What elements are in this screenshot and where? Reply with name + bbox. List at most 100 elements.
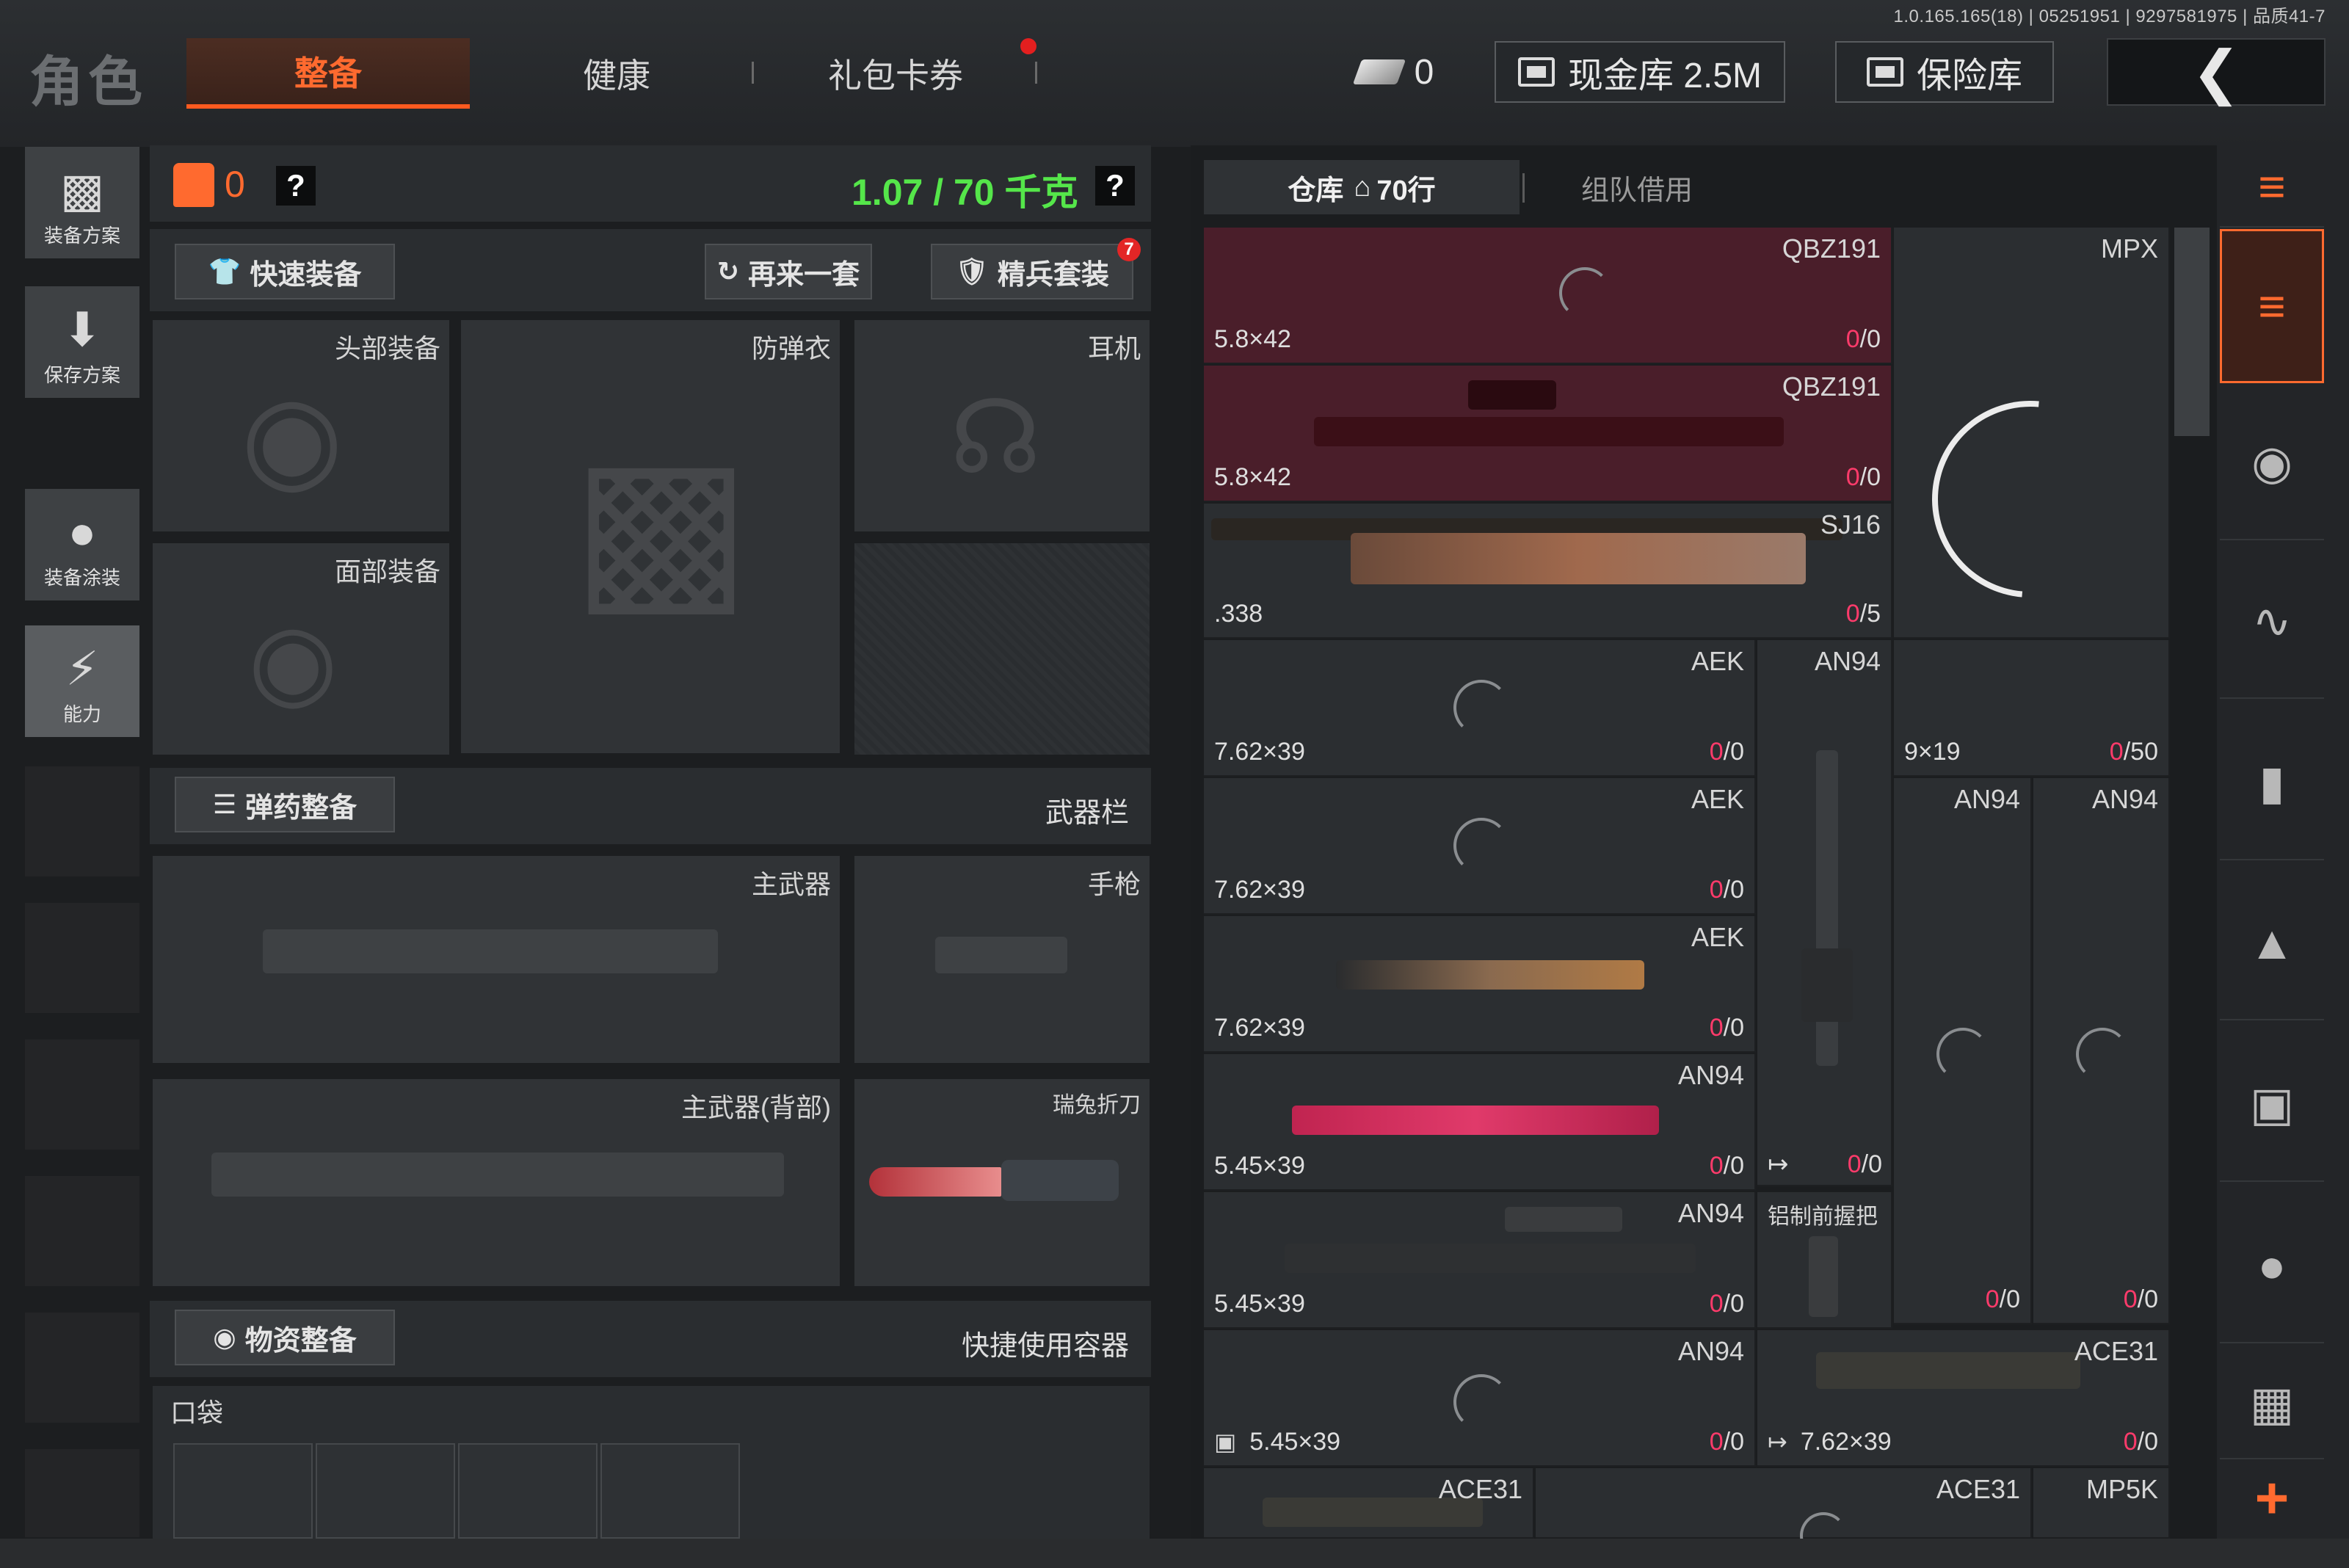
pistol-slot[interactable]: 手枪 bbox=[854, 856, 1150, 1063]
item-qbz191[interactable]: QBZ191 5.8×42 0/0 bbox=[1204, 366, 1892, 502]
armor-slot-label: 防弹衣 bbox=[751, 333, 831, 363]
back-button[interactable]: ❮ bbox=[2107, 38, 2326, 106]
primary-back-slot[interactable]: 主武器(背部) bbox=[153, 1079, 840, 1286]
weight-help-button[interactable]: ? bbox=[1095, 166, 1135, 206]
rail-ability[interactable]: ⚡ 能力 bbox=[25, 625, 139, 737]
rifle-ghost-icon bbox=[211, 1153, 784, 1197]
loading-spinner-icon bbox=[1453, 680, 1509, 736]
filter-magazine-button[interactable]: ▮ bbox=[2220, 706, 2324, 860]
rail-empty-slot bbox=[25, 1039, 139, 1150]
weight-display: 1.07 / 70 千克 bbox=[852, 172, 1078, 213]
supply-equip-button[interactable]: ◉ 物资整备 bbox=[175, 1310, 395, 1365]
item-name: QBZ191 bbox=[1782, 233, 1881, 264]
item-mpx[interactable]: MPX bbox=[1892, 228, 2170, 639]
item-an94-vertical-count: ↦ 0/0 bbox=[1757, 1122, 1892, 1188]
expand-warehouse-button[interactable]: + bbox=[2220, 1464, 2324, 1533]
filter-rifle-button[interactable]: ∿ bbox=[2220, 545, 2324, 699]
item-an94-scoped[interactable]: AN94 5.45×39 0/0 bbox=[1204, 1192, 1756, 1329]
item-name: AN94 bbox=[1677, 1060, 1744, 1090]
rail-equip-plan[interactable]: ▩ 装备方案 bbox=[25, 147, 139, 258]
shirt-icon: 👕 bbox=[208, 256, 242, 286]
page-title: 角色 bbox=[29, 51, 147, 112]
safe-label: 保险库 bbox=[1916, 57, 2022, 95]
pocket-slot[interactable] bbox=[173, 1443, 313, 1539]
pocket-slot[interactable] bbox=[600, 1443, 740, 1539]
scope-icon bbox=[1505, 1207, 1622, 1232]
item-aek[interactable]: AEK 7.62×39 0/0 bbox=[1204, 640, 1756, 777]
rail-equip-paint[interactable]: ● 装备涂装 bbox=[25, 489, 139, 600]
warehouse-scrollbar[interactable] bbox=[2174, 228, 2210, 436]
tab-warehouse[interactable]: 仓库 ⌂ 70行 bbox=[1204, 160, 1520, 214]
item-ace31[interactable]: ACE31 ↦ 7.62×39 0/0 bbox=[1757, 1330, 2170, 1467]
knife-slot[interactable]: 瑞兔折刀 bbox=[854, 1079, 1150, 1286]
filter-throwable-button[interactable]: ● bbox=[2220, 1189, 2324, 1343]
rail-empty-slot bbox=[25, 903, 139, 1013]
filter-misc-button[interactable]: ▦ bbox=[2220, 1349, 2324, 1459]
item-aek[interactable]: AEK 7.62×39 0/0 bbox=[1204, 778, 1756, 915]
earphone-slot[interactable]: ☊ 耳机 bbox=[854, 320, 1150, 531]
ammo-equip-button[interactable]: ☰ 弹药整备 bbox=[175, 777, 395, 832]
primary-back-label: 主武器(背部) bbox=[681, 1092, 831, 1122]
tab-separator bbox=[752, 62, 754, 84]
tab-equip[interactable]: 整备 bbox=[186, 38, 470, 109]
item-an94-b[interactable]: AN94 0/0 bbox=[1894, 778, 2032, 1324]
item-qbz191[interactable]: QBZ191 5.8×42 0/0 bbox=[1204, 228, 1892, 364]
loading-spinner-icon bbox=[1892, 360, 2169, 638]
filter-helmet-button[interactable]: ◉ bbox=[2220, 386, 2324, 540]
coin-icon bbox=[1352, 59, 1406, 84]
layers-refresh-icon: ≡ bbox=[2258, 160, 2286, 213]
item-sj16[interactable]: SJ16 .338 0/5 bbox=[1204, 504, 1892, 639]
item-an94-pink[interactable]: AN94 5.45×39 0/0 bbox=[1204, 1054, 1756, 1191]
filter-ammo-button[interactable]: ▲ bbox=[2220, 866, 2324, 1020]
item-caliber: 5.8×42 bbox=[1214, 463, 1291, 491]
item-mpx-count[interactable]: 9×19 0/50 bbox=[1894, 640, 2170, 777]
item-foregrip[interactable]: 铝制前握把 bbox=[1757, 1192, 1892, 1329]
face-slot[interactable]: ◉ 面部装备 bbox=[153, 543, 449, 755]
quick-equip-button[interactable]: 👕 快速装备 bbox=[175, 244, 395, 300]
item-an94-c[interactable]: AN94 0/0 bbox=[2033, 778, 2170, 1324]
rifle-icon bbox=[1285, 1244, 1696, 1273]
item-an94[interactable]: AN94 ▣ 5.45×39 0/0 bbox=[1204, 1330, 1756, 1467]
item-caliber: .338 bbox=[1214, 600, 1263, 628]
sort-refresh-button[interactable]: ≡ bbox=[2220, 147, 2324, 228]
cash-vault-button[interactable]: 现金库 2.5M bbox=[1495, 41, 1785, 103]
redo-set-button[interactable]: ↻ 再来一套 bbox=[705, 244, 872, 300]
magazine-icon bbox=[1801, 948, 1853, 1022]
tab-team-borrow[interactable]: 组队借用 bbox=[1527, 160, 1747, 214]
filter-attachment-button[interactable]: ▣ bbox=[2220, 1028, 2324, 1182]
head-slot[interactable]: ◉ 头部装备 bbox=[153, 320, 449, 531]
bullet-icon: ▲ bbox=[2248, 916, 2295, 969]
item-caliber: 5.8×42 bbox=[1214, 325, 1291, 353]
home-icon: ⌂ bbox=[1354, 171, 1371, 203]
armor-slot[interactable]: ▩ 防弹衣 bbox=[461, 320, 840, 753]
item-name: MPX bbox=[2100, 233, 2158, 264]
knife-handle-icon bbox=[1001, 1160, 1119, 1201]
help-button[interactable]: ? bbox=[276, 166, 316, 206]
rail-save-plan[interactable]: ⬇ 保存方案 bbox=[25, 286, 139, 398]
safe-icon bbox=[1866, 57, 1903, 87]
item-an94-vertical[interactable]: AN94 bbox=[1757, 640, 1892, 1186]
coin-display[interactable]: 0 bbox=[1343, 41, 1448, 103]
tab-health[interactable]: 健康 bbox=[507, 38, 727, 109]
item-ace31-b[interactable]: ACE31 bbox=[1536, 1468, 2032, 1559]
pocket-slot[interactable] bbox=[458, 1443, 598, 1539]
weapon-bar-label: 武器栏 bbox=[1045, 798, 1129, 829]
refresh-icon: ↻ bbox=[716, 256, 740, 286]
ability-icon: ⚡ bbox=[65, 642, 99, 695]
list-icon: ☰ bbox=[212, 789, 237, 819]
pocket-slot[interactable] bbox=[316, 1443, 455, 1539]
tab-gift-coupons[interactable]: 礼包卡券 bbox=[778, 38, 1013, 109]
item-count: 0/5 bbox=[1845, 600, 1881, 628]
earphone-slot-label: 耳机 bbox=[1087, 333, 1141, 363]
safe-button[interactable]: 保险库 bbox=[1835, 41, 2054, 103]
item-caliber: 7.62×39 bbox=[1214, 738, 1305, 766]
item-aek[interactable]: AEK 7.62×39 0/0 bbox=[1204, 916, 1756, 1053]
elite-set-button[interactable]: 🛡 精兵套装 bbox=[931, 244, 1133, 300]
item-mp5k[interactable]: MP5K bbox=[2033, 1468, 2170, 1539]
pistol-ghost-icon bbox=[935, 937, 1067, 973]
item-ace31-a[interactable]: ACE31 bbox=[1204, 1468, 1534, 1539]
locked-slot bbox=[854, 543, 1150, 755]
item-count: 0/50 bbox=[2109, 738, 2158, 766]
primary-weapon-slot[interactable]: 主武器 bbox=[153, 856, 840, 1063]
filter-all-button[interactable]: ≡ bbox=[2220, 229, 2324, 383]
